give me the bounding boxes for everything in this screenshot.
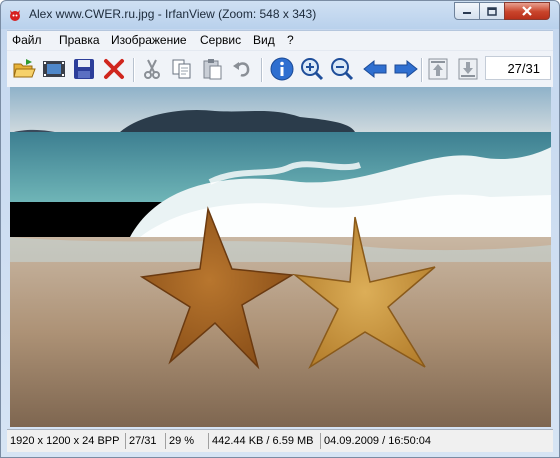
delete-button[interactable] [101, 56, 127, 82]
open-button[interactable] [11, 56, 37, 82]
maximize-button[interactable] [479, 2, 505, 20]
info-icon [270, 57, 294, 81]
undo-button[interactable] [229, 56, 255, 82]
irfanview-cat-icon [10, 10, 20, 21]
status-filesize: 442.44 KB / 6.59 MB [209, 433, 321, 449]
undo-icon [233, 62, 250, 77]
copy-icon [172, 59, 191, 79]
menu-image[interactable]: Изображение [111, 33, 187, 47]
toolbar: 27/31 [7, 50, 553, 87]
status-dimensions: 1920 x 1200 x 24 BPP [7, 433, 126, 449]
menu-bar: Файл Правка Изображение Сервис Вид ? [7, 30, 553, 50]
status-zoom: 29 % [166, 433, 209, 449]
status-bar: 1920 x 1200 x 24 BPP 27/31 29 % 442.44 K… [7, 429, 553, 452]
toolbar-separator [133, 58, 135, 82]
close-icon [522, 6, 532, 16]
menu-edit[interactable]: Правка [59, 33, 100, 47]
menu-view[interactable]: Вид [253, 33, 275, 47]
menu-file[interactable]: Файл [12, 33, 42, 47]
status-index: 27/31 [126, 433, 166, 449]
zoom-out-icon [331, 58, 354, 81]
copy-button[interactable] [169, 56, 195, 82]
zoom-in-button[interactable] [299, 56, 325, 82]
image-view[interactable] [10, 87, 551, 427]
delete-icon [104, 59, 124, 79]
previous-arrow-icon [363, 59, 387, 79]
status-datetime: 04.09.2009 / 16:50:04 [324, 435, 432, 447]
slideshow-icon [43, 61, 65, 77]
cut-icon [144, 59, 160, 79]
toolbar-separator [421, 58, 423, 82]
menu-help[interactable]: ? [287, 33, 294, 47]
minimize-button[interactable] [454, 2, 480, 20]
previous-button[interactable] [362, 56, 388, 82]
paste-button[interactable] [199, 56, 225, 82]
first-file-icon [428, 58, 448, 80]
slideshow-button[interactable] [41, 56, 67, 82]
file-counter: 27/31 [485, 56, 551, 80]
last-file-button[interactable] [455, 56, 481, 82]
open-folder-icon [13, 59, 36, 78]
first-file-button[interactable] [425, 56, 451, 82]
next-arrow-icon [394, 59, 418, 79]
irfanview-window: Alex www.CWER.ru.jpg - IrfanView (Zoom: … [0, 0, 560, 458]
next-button[interactable] [393, 56, 419, 82]
menu-tools[interactable]: Сервис [200, 33, 241, 47]
zoom-out-button[interactable] [329, 56, 355, 82]
minimize-icon [463, 12, 471, 14]
toolbar-separator [261, 58, 263, 82]
window-title: Alex www.CWER.ru.jpg - IrfanView (Zoom: … [29, 7, 317, 21]
cut-button[interactable] [139, 56, 165, 82]
maximize-icon [487, 6, 497, 16]
save-button[interactable] [71, 56, 97, 82]
starfish-on-beach-photo [10, 87, 551, 427]
info-button[interactable] [269, 56, 295, 82]
last-file-icon [458, 58, 478, 80]
zoom-in-icon [301, 58, 324, 81]
close-button[interactable] [504, 2, 550, 20]
title-bar[interactable]: Alex www.CWER.ru.jpg - IrfanView (Zoom: … [1, 1, 559, 29]
save-icon [74, 59, 94, 79]
paste-icon [203, 59, 222, 80]
